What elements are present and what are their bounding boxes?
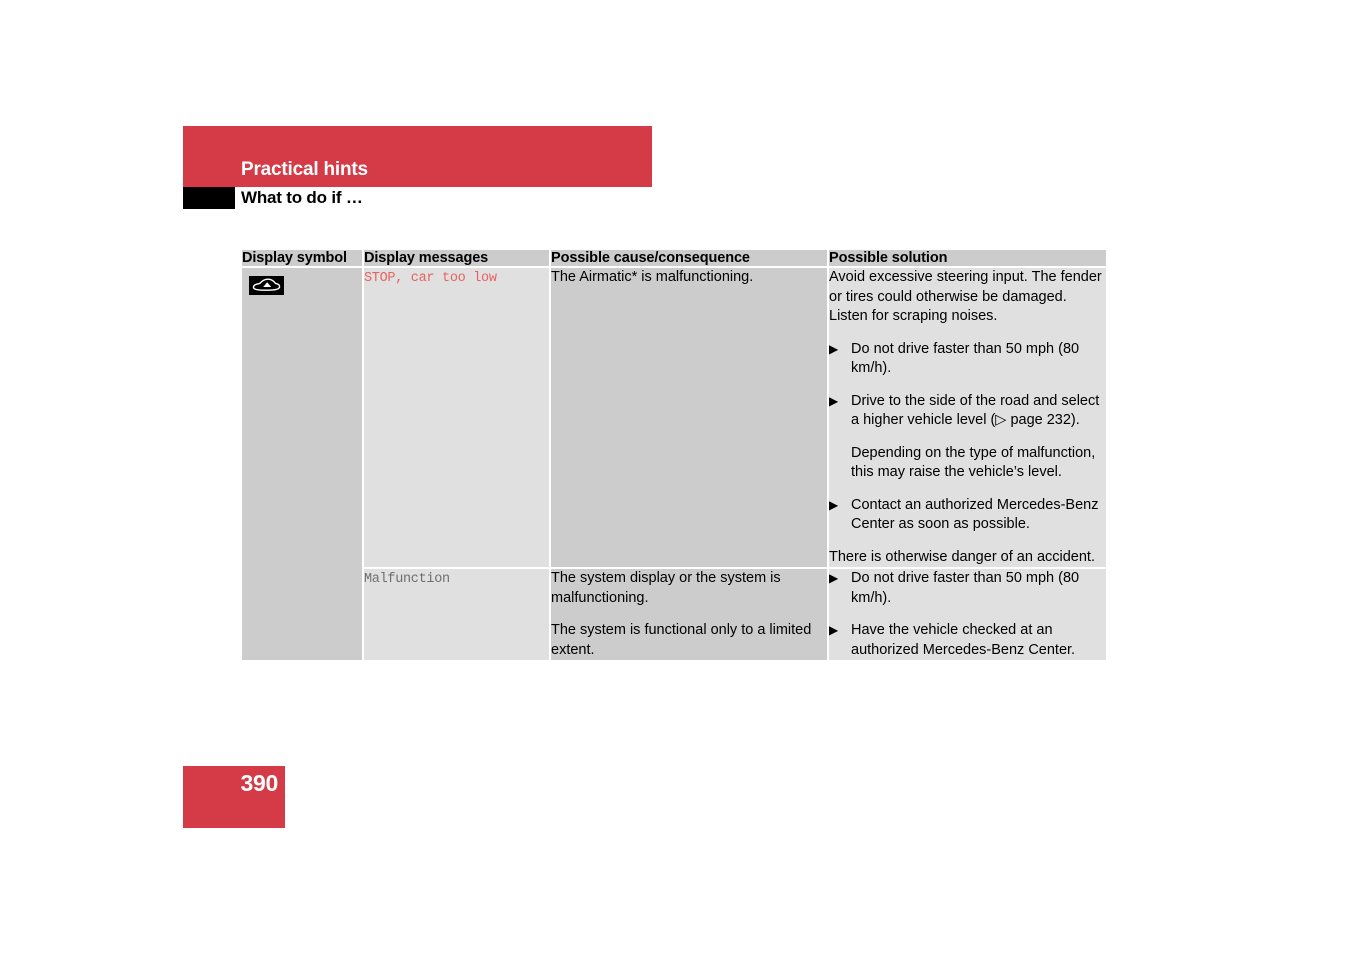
display-messages-table: Display symbol Display messages Possible… (242, 250, 1106, 660)
display-symbol-cell (242, 268, 362, 660)
car-lowered-suspension-icon (249, 276, 284, 295)
solution-bullet-text: Do not drive faster than 50 mph (80 km/h… (851, 340, 1080, 377)
column-header-display-symbol: Display symbol (242, 250, 362, 266)
solution-bullet-item: ▶ Do not drive faster than 50 mph (80 km… (829, 340, 1106, 379)
display-message-text: Malfunction (364, 572, 450, 587)
section-subtitle: What to do if … (241, 188, 363, 207)
cause-text: The Airmatic* is malfunctioning. (551, 269, 754, 285)
column-header-possible-cause: Possible cause/consequence (551, 250, 827, 266)
bullet-triangle-icon: ▶ (829, 571, 839, 585)
page-number: 390 (240, 770, 279, 796)
column-header-possible-solution: Possible solution (829, 250, 1106, 266)
possible-cause-cell: The Airmatic* is malfunctioning. (551, 268, 827, 567)
solution-intro-text: Avoid excessive steering input. The fend… (829, 269, 1102, 324)
bullet-triangle-icon: ▶ (829, 497, 839, 512)
section-tab-marker (183, 187, 235, 209)
possible-solution-cell: Avoid excessive steering input. The fend… (829, 268, 1106, 567)
solution-bullet-item: ▶ Do not drive faster than 50 mph (80 km… (829, 569, 1106, 608)
solution-bullet-item: ▶ Have the vehicle checked at an authori… (829, 621, 1106, 660)
solution-bullet-text: Drive to the side of the road and select… (851, 392, 1100, 429)
solution-bullet-text: Have the vehicle checked at an authorize… (851, 622, 1076, 658)
table-row: STOP, car too low The Airmatic* is malfu… (242, 268, 1106, 660)
solution-bullet-text: Do not drive faster than 50 mph (80 km/h… (851, 570, 1080, 606)
solution-bullet-text: Contact an authorized Mercedes-Benz Cent… (851, 496, 1099, 533)
bullet-triangle-icon: ▶ (829, 623, 839, 637)
solution-outro-text: There is otherwise danger of an accident… (829, 548, 1095, 565)
page-number-box: 390 (183, 766, 285, 828)
practical-hints-banner: Practical hints (183, 126, 652, 187)
possible-solution-cell: ▶ Do not drive faster than 50 mph (80 km… (829, 569, 1106, 660)
bullet-triangle-icon: ▶ (829, 393, 839, 408)
solution-bullet-item: ▶ Drive to the side of the road and sele… (829, 392, 1106, 431)
banner-title: Practical hints (241, 159, 368, 180)
table-row: Malfunction The system display or the sy… (242, 569, 1106, 660)
display-message-cell: STOP, car too low (364, 268, 549, 567)
solution-bullet-item: ▶ Contact an authorized Mercedes-Benz Ce… (829, 496, 1106, 535)
table-header-row: Display symbol Display messages Possible… (242, 250, 1106, 266)
cause-text: The system is functional only to a limit… (551, 622, 812, 658)
column-header-display-messages: Display messages (364, 250, 549, 266)
bullet-triangle-icon: ▶ (829, 341, 839, 356)
display-message-text: STOP, car too low (364, 271, 497, 286)
possible-cause-cell: The system display or the system is malf… (551, 569, 827, 660)
cause-text: The system display or the system is malf… (551, 570, 781, 606)
display-message-cell: Malfunction (364, 569, 549, 660)
solution-note-text: Depending on the type of malfunction, th… (851, 444, 1096, 481)
